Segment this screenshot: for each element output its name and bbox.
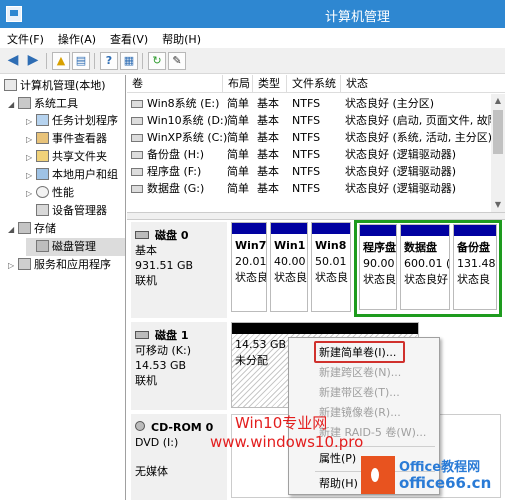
performance-gauge-icon — [36, 186, 49, 198]
collapsed-chevron-icon[interactable]: ▷ — [8, 257, 18, 275]
expanded-chevron-icon[interactable]: ◢ — [8, 96, 18, 114]
menu-file[interactable]: 文件(F) — [0, 28, 51, 47]
tree-item-local-users[interactable]: ▷ 本地用户和组 — [26, 166, 118, 184]
drive-icon — [131, 117, 143, 125]
partition-win10[interactable]: Win1 40.00 状态良 — [270, 222, 308, 312]
collapsed-chevron-icon[interactable]: ▷ — [26, 185, 36, 203]
menu-help[interactable]: 帮助(H) — [155, 28, 208, 47]
forward-arrow-icon[interactable]: ▶ — [24, 52, 42, 70]
cdrom-label[interactable]: CD-ROM 0 DVD (I:) 无媒体 — [131, 414, 227, 500]
office-logo: Office教程网 office66.cn — [361, 454, 503, 498]
logo-line2: office66.cn — [399, 474, 492, 492]
volume-row[interactable]: 数据盘 (G:) 简单 基本 NTFS 状态良好 (逻辑驱动器) — [127, 181, 491, 197]
volume-list-header: 卷 布局 类型 文件系统 状态 — [127, 75, 505, 93]
column-status[interactable]: 状态 — [341, 75, 505, 93]
volume-list-scrollbar[interactable]: ▲ ▼ — [491, 94, 505, 212]
drive-icon — [131, 185, 143, 193]
volume-row[interactable]: Win10系统 (D:) 简单 基本 NTFS 状态良好 (启动, 页面文件, 故障 — [127, 113, 491, 129]
users-icon — [36, 168, 49, 180]
drive-icon — [131, 151, 143, 159]
navigation-tree: 计算机管理(本地) ◢ 系统工具 ▷ 任务计划程序 ▷ 事件查看器 ▷ 共享文件夹 ▷ 本… — [0, 75, 126, 500]
export-icon[interactable]: ✎ — [168, 52, 186, 70]
event-log-icon — [36, 132, 49, 144]
tree-item-storage[interactable]: ◢ 存储 — [8, 220, 56, 238]
volume-row[interactable]: 程序盘 (F:) 简单 基本 NTFS 状态良好 (逻辑驱动器) — [127, 164, 491, 180]
scroll-down-icon[interactable]: ▼ — [491, 198, 505, 212]
title-bar: 计算机管理 — [0, 0, 505, 28]
logo-line1: Office教程网 — [399, 460, 481, 475]
tools-icon — [18, 97, 31, 109]
column-layout[interactable]: 布局 — [223, 75, 253, 93]
column-type[interactable]: 类型 — [253, 75, 287, 93]
partition-win8[interactable]: Win8 50.01 状态良 — [311, 222, 351, 312]
storage-icon — [18, 222, 31, 234]
toolbar: ◀ ▶ ▲ ▤ ? ▦ ↻ ✎ — [0, 48, 505, 74]
partition-data[interactable]: 数据盘 600.01 (状态良好 — [400, 224, 450, 310]
tree-item-task-scheduler[interactable]: ▷ 任务计划程序 — [26, 112, 118, 130]
window-title: 计算机管理 — [324, 10, 390, 25]
menu-view[interactable]: 查看(V) — [103, 28, 155, 47]
collapsed-chevron-icon[interactable]: ▷ — [26, 131, 36, 149]
scroll-up-icon[interactable]: ▲ — [491, 94, 505, 108]
partition-programs[interactable]: 程序盘 90.00 状态良 — [359, 224, 397, 310]
hard-disk-icon — [135, 231, 149, 239]
show-hide-tree-icon[interactable]: ▤ — [72, 52, 90, 70]
tree-item-services[interactable]: ▷ 服务和应用程序 — [8, 256, 111, 274]
drive-icon — [131, 168, 143, 176]
partition-backup[interactable]: 备份盘 131.48 状态良 — [453, 224, 497, 310]
volume-list: Win8系统 (E:) 简单 基本 NTFS 状态良好 (主分区) Win10系统 (D… — [127, 94, 491, 212]
help-icon[interactable]: ? — [100, 52, 118, 70]
expanded-chevron-icon[interactable]: ◢ — [8, 221, 18, 239]
pane-splitter[interactable] — [127, 212, 505, 220]
tree-item-root[interactable]: 计算机管理(本地) — [4, 77, 106, 95]
menu-new-striped-volume[interactable]: 新建带区卷(T)... — [289, 383, 439, 403]
properties-icon[interactable]: ▦ — [120, 52, 138, 70]
tree-item-disk-management[interactable]: 磁盘管理 — [26, 238, 125, 256]
menu-action[interactable]: 操作(A) — [51, 28, 103, 47]
tree-item-system-tools[interactable]: ◢ 系统工具 — [8, 95, 78, 113]
back-arrow-icon[interactable]: ◀ — [4, 52, 22, 70]
disk-icon — [36, 240, 49, 252]
cd-icon — [135, 421, 145, 431]
menu-bar: 文件(F) 操作(A) 查看(V) 帮助(H) — [0, 28, 505, 48]
shared-folder-icon — [36, 150, 49, 162]
office-logo-icon — [361, 456, 395, 494]
disk0-label[interactable]: 磁盘 0 基本 931.51 GB 联机 — [131, 222, 227, 318]
scrollbar-thumb[interactable] — [493, 110, 503, 154]
column-volume[interactable]: 卷 — [127, 75, 223, 93]
volume-row[interactable]: 备份盘 (H:) 简单 基本 NTFS 状态良好 (逻辑驱动器) — [127, 147, 491, 163]
drive-icon — [131, 100, 143, 108]
collapsed-chevron-icon[interactable]: ▷ — [26, 167, 36, 185]
refresh-icon[interactable]: ↻ — [148, 52, 166, 70]
watermark-line2: www.windows10.pro — [210, 433, 364, 451]
menu-new-simple-volume[interactable]: 新建简单卷(I)... — [289, 343, 439, 363]
tree-item-performance[interactable]: ▷ 性能 — [26, 184, 74, 202]
watermark-line1: Win10专业网 — [235, 414, 328, 432]
clock-icon — [36, 114, 49, 126]
disk1-label[interactable]: 磁盘 1 可移动 (K:) 14.53 GB 联机 — [131, 322, 227, 410]
menu-new-spanned-volume[interactable]: 新建跨区卷(N)... — [289, 363, 439, 383]
folder-up-icon[interactable]: ▲ — [52, 52, 70, 70]
tree-item-device-manager[interactable]: 设备管理器 — [26, 202, 107, 220]
collapsed-chevron-icon[interactable]: ▷ — [26, 113, 36, 131]
collapsed-chevron-icon[interactable]: ▷ — [26, 149, 36, 167]
volume-row[interactable]: WinXP系统 (C:) 简单 基本 NTFS 状态良好 (系统, 活动, 主分区) — [127, 130, 491, 146]
services-icon — [18, 258, 31, 270]
column-filesystem[interactable]: 文件系统 — [287, 75, 341, 93]
drive-icon — [131, 134, 143, 142]
volume-row[interactable]: Win8系统 (E:) 简单 基本 NTFS 状态良好 (主分区) — [127, 96, 491, 112]
device-manager-icon — [36, 204, 49, 216]
tree-item-shared-folders[interactable]: ▷ 共享文件夹 — [26, 148, 107, 166]
tree-item-event-viewer[interactable]: ▷ 事件查看器 — [26, 130, 107, 148]
partition-win7[interactable]: Win7 20.01 状态良 — [231, 222, 267, 312]
removable-disk-icon — [135, 331, 149, 339]
computer-icon — [4, 79, 17, 91]
